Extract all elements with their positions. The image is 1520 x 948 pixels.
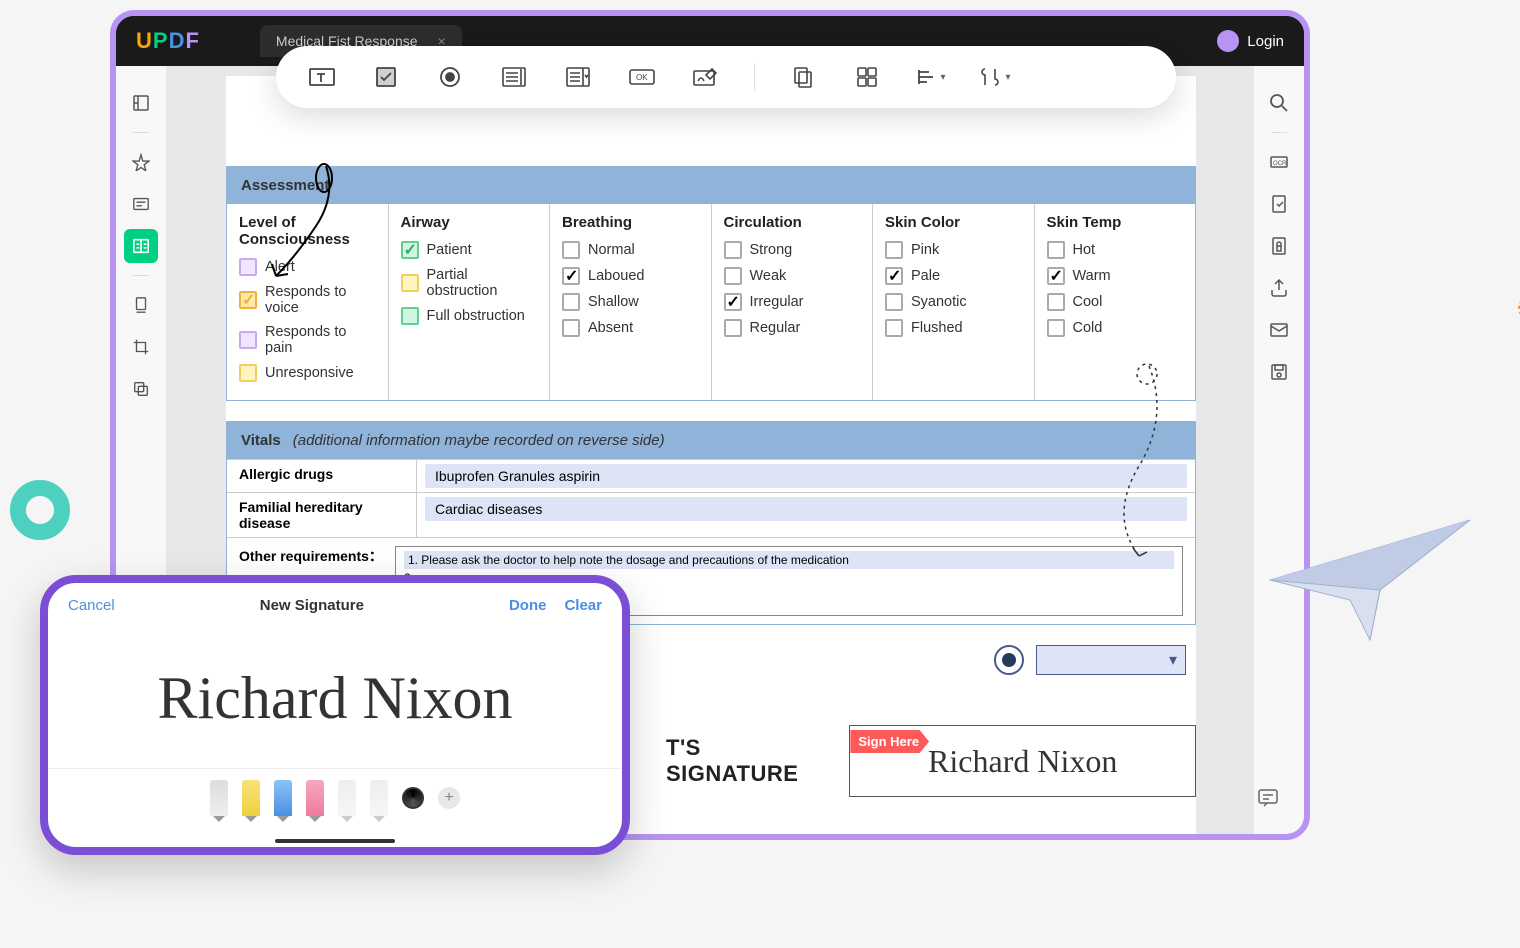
checkbox[interactable] [724, 319, 742, 337]
checkbox[interactable] [885, 241, 903, 259]
avatar-icon [1217, 30, 1239, 52]
eraser-icon[interactable] [306, 780, 324, 816]
textfield-tool-icon[interactable] [306, 61, 338, 93]
thumbnails-icon[interactable] [124, 86, 158, 120]
done-button[interactable]: Done [509, 597, 547, 614]
form-toolbar: OK ▾ ▾ [276, 46, 1176, 108]
checkbox[interactable] [562, 319, 580, 337]
right-sidebar: OCR [1254, 66, 1304, 834]
allergic-input[interactable]: Ibuprofen Granules aspirin [425, 464, 1187, 488]
checkbox[interactable] [885, 293, 903, 311]
checkbox[interactable] [562, 267, 580, 285]
comments-icon[interactable] [1256, 786, 1286, 816]
pencil-icon[interactable] [338, 780, 356, 816]
col-breathing: Breathing Normal Laboued Shallow Absent [550, 204, 712, 400]
svg-text:OK: OK [636, 73, 648, 82]
col-airway: Airway Patient Partial obstruction Full … [389, 204, 551, 400]
phone-mockup: Cancel New Signature Done Clear Richard … [40, 575, 630, 855]
search-icon[interactable] [1262, 86, 1296, 120]
convert-icon[interactable] [1262, 187, 1296, 221]
checkbox[interactable] [239, 291, 257, 309]
cancel-button[interactable]: Cancel [68, 597, 115, 614]
familial-label: Familial hereditary disease [227, 493, 417, 537]
checkbox[interactable] [885, 267, 903, 285]
decorative-arrow [266, 156, 346, 286]
checkbox[interactable] [1047, 319, 1065, 337]
pen-black-icon[interactable] [210, 780, 228, 816]
dropdown-tool-icon[interactable] [498, 61, 530, 93]
listbox-tool-icon[interactable] [562, 61, 594, 93]
clear-button[interactable]: Clear [564, 597, 602, 614]
checkbox[interactable] [562, 241, 580, 259]
layers-icon[interactable] [124, 372, 158, 406]
bookmark-icon[interactable] [124, 145, 158, 179]
signature-tool-icon[interactable] [690, 61, 722, 93]
checkbox[interactable] [239, 331, 257, 349]
signature-field[interactable]: Sign Here Richard Nixon [849, 725, 1196, 797]
decorative-confetti: 🎊 [1515, 270, 1520, 317]
share-icon[interactable] [1262, 271, 1296, 305]
checkbox[interactable] [401, 241, 419, 259]
checkbox[interactable] [1047, 293, 1065, 311]
app-logo: UPDF [136, 28, 200, 54]
signature-canvas[interactable]: Richard Nixon [48, 628, 622, 768]
copy-tool-icon[interactable] [787, 61, 819, 93]
form-icon[interactable] [124, 229, 158, 263]
pen-blue-icon[interactable] [274, 780, 292, 816]
checkbox-tool-icon[interactable] [370, 61, 402, 93]
checkbox[interactable] [239, 258, 257, 276]
radio-field[interactable] [994, 645, 1024, 675]
decorative-donut [10, 480, 70, 540]
crop-icon[interactable] [124, 330, 158, 364]
phone-header: Cancel New Signature Done Clear [48, 583, 622, 628]
ocr-icon[interactable]: OCR [1262, 145, 1296, 179]
signature-label: T'S SIGNATURE [666, 735, 833, 787]
checkbox[interactable] [401, 274, 419, 292]
checkbox[interactable] [562, 293, 580, 311]
checkbox[interactable] [885, 319, 903, 337]
checkbox[interactable] [401, 307, 419, 325]
svg-text:OCR: OCR [1273, 161, 1287, 167]
add-tool-button[interactable]: + [438, 787, 460, 809]
checkbox[interactable] [1047, 267, 1065, 285]
checkbox[interactable] [1047, 241, 1065, 259]
checkbox[interactable] [239, 364, 257, 382]
radio-tool-icon[interactable] [434, 61, 466, 93]
align-tool-icon[interactable]: ▾ [915, 61, 947, 93]
checkbox[interactable] [724, 267, 742, 285]
phone-title: New Signature [115, 597, 509, 614]
dropdown-field[interactable] [1036, 645, 1186, 675]
pen-highlighter-icon[interactable] [242, 780, 260, 816]
familial-input[interactable]: Cardiac diseases [425, 497, 1187, 521]
login-button[interactable]: Login [1217, 30, 1284, 52]
col-skincolor: Skin Color Pink Pale Syanotic Flushed [873, 204, 1035, 400]
tools-icon[interactable]: ▾ [979, 61, 1011, 93]
pages-icon[interactable] [124, 288, 158, 322]
save-icon[interactable] [1262, 355, 1296, 389]
phone-toolbar: + [48, 768, 622, 826]
sign-here-tag: Sign Here [850, 730, 929, 753]
color-picker-icon[interactable] [402, 787, 424, 809]
allergic-label: Allergic drugs [227, 460, 417, 492]
home-indicator [275, 839, 395, 843]
assessment-title: Assessment [227, 167, 1195, 204]
email-icon[interactable] [1262, 313, 1296, 347]
checkbox[interactable] [724, 293, 742, 311]
button-tool-icon[interactable]: OK [626, 61, 658, 93]
decorative-dotted-arrow [1109, 356, 1169, 566]
checkbox[interactable] [724, 241, 742, 259]
protect-icon[interactable] [1262, 229, 1296, 263]
ruler-icon[interactable] [370, 780, 388, 816]
vitals-title: Vitals(additional information maybe reco… [227, 422, 1195, 459]
paper-plane-icon [1260, 510, 1480, 650]
assessment-table: Assessment Level of Consciousness Alert … [226, 166, 1196, 401]
signature-value: Richard Nixon [928, 743, 1117, 780]
annotation-icon[interactable] [124, 187, 158, 221]
grid-tool-icon[interactable] [851, 61, 883, 93]
col-circulation: Circulation Strong Weak Irregular Regula… [712, 204, 874, 400]
